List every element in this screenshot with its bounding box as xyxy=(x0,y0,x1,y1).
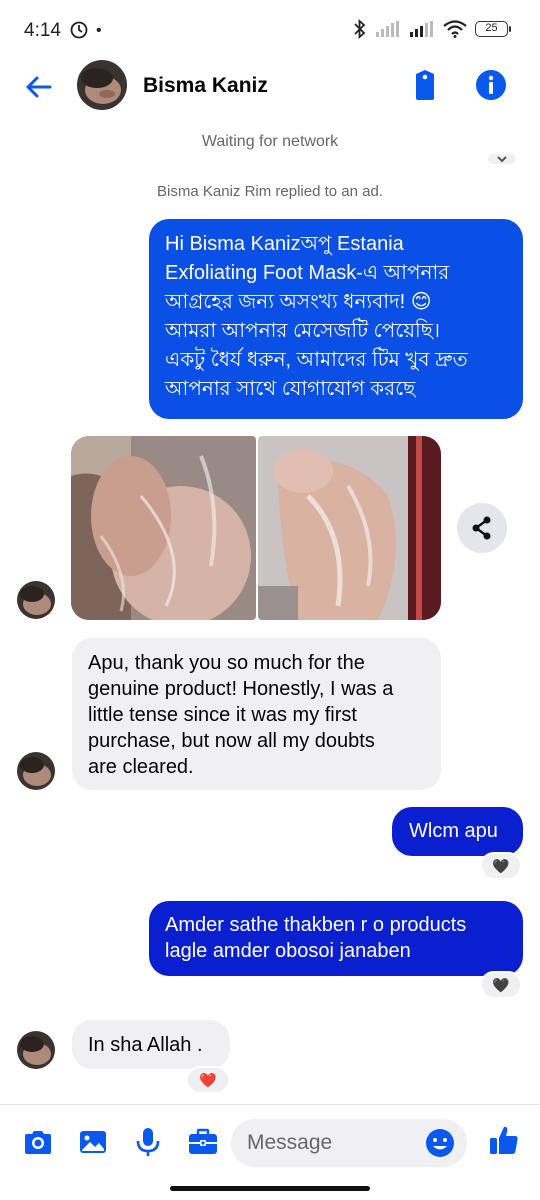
ad-reply-notice: Bisma Kaniz Rim replied to an ad. xyxy=(157,183,383,200)
message-bubble-incoming[interactable]: In sha Allah . xyxy=(72,1020,230,1069)
emoji-icon[interactable] xyxy=(424,1127,456,1159)
reaction-badge[interactable]: 🖤 xyxy=(480,971,522,999)
sender-avatar[interactable] xyxy=(17,581,55,619)
message-text: Wlcm apu xyxy=(409,820,498,842)
battery-level: 25 xyxy=(485,22,498,34)
camera-icon[interactable] xyxy=(21,1125,55,1159)
status-dot: • xyxy=(96,22,102,39)
black-heart-reaction-icon: 🖤 xyxy=(492,977,510,993)
message-bubble-incoming[interactable]: Apu, thank you so much for the genuine p… xyxy=(72,638,441,790)
reaction-badge[interactable]: 🖤 xyxy=(480,852,522,880)
share-icon xyxy=(472,516,491,540)
black-heart-reaction-icon: 🖤 xyxy=(492,858,510,874)
back-arrow-icon[interactable] xyxy=(22,70,56,104)
message-line: আগ্রহের জন্য অসংখ্য ধন্যবাদ! 😊 xyxy=(165,291,432,313)
like-icon[interactable] xyxy=(487,1123,521,1157)
scroll-hint-icon xyxy=(488,154,516,164)
reaction-badge[interactable]: ❤️ xyxy=(186,1066,230,1094)
message-line: are cleared. xyxy=(88,756,194,778)
briefcase-icon[interactable] xyxy=(186,1125,220,1159)
signal-icon xyxy=(376,21,399,37)
info-icon[interactable] xyxy=(474,68,508,102)
message-line: Exfoliating Foot Mask-এ আপনার xyxy=(165,262,450,284)
contact-avatar[interactable] xyxy=(77,60,127,110)
gallery-icon[interactable] xyxy=(76,1125,110,1159)
message-bubble-outgoing[interactable]: Amder sathe thakben r o products lagle a… xyxy=(149,901,523,976)
message-line: আপনার সাথে যোগাযোগ করছে xyxy=(165,378,416,400)
chat-header: Bisma Kaniz xyxy=(0,58,540,116)
status-time: 4:14 xyxy=(24,20,61,41)
tag-icon[interactable] xyxy=(408,68,442,102)
message-bubble-outgoing[interactable]: Wlcm apu xyxy=(392,807,523,856)
bluetooth-icon xyxy=(354,19,366,39)
message-line: একটু ধৈর্য ধরুন, আমাদের টিম খুব দ্রুত xyxy=(165,349,468,371)
battery-icon: 25 xyxy=(475,21,511,37)
signal-icon-2 xyxy=(410,21,433,37)
status-bar: 4:14 • 25 xyxy=(0,0,540,60)
message-text: In sha Allah . xyxy=(88,1034,203,1056)
status-icons: 25 xyxy=(353,19,511,39)
sender-avatar[interactable] xyxy=(17,1031,55,1069)
message-line: Amder sathe thakben r o products xyxy=(165,914,467,936)
message-line: genuine product! Honestly, I was a xyxy=(88,678,394,700)
photo-attachment[interactable] xyxy=(258,436,441,620)
red-heart-reaction-icon: ❤️ xyxy=(199,1072,217,1088)
sender-avatar[interactable] xyxy=(17,752,55,790)
network-status: Waiting for network xyxy=(201,133,339,150)
share-button[interactable] xyxy=(457,503,507,553)
microphone-icon[interactable] xyxy=(131,1125,165,1159)
photo-attachment[interactable] xyxy=(71,436,256,620)
message-line: Hi Bisma Kanizঅপু Estania xyxy=(165,233,404,255)
message-line: little tense since it was my first xyxy=(88,704,357,726)
message-line: আমরা আপনার মেসেজটি পেয়েছি। xyxy=(165,320,441,342)
message-composer xyxy=(0,1104,540,1184)
clock-icon xyxy=(70,21,88,39)
message-line: lagle amder obosoi janaben xyxy=(165,940,411,962)
wifi-icon xyxy=(443,20,467,38)
home-indicator xyxy=(170,1186,370,1191)
message-line: purchase, but now all my doubts xyxy=(88,730,375,752)
contact-name[interactable]: Bisma Kaniz xyxy=(143,74,268,98)
message-line: Apu, thank you so much for the xyxy=(88,652,365,674)
message-bubble-outgoing[interactable]: Hi Bisma Kanizঅপু Estania Exfoliating Fo… xyxy=(149,219,523,419)
